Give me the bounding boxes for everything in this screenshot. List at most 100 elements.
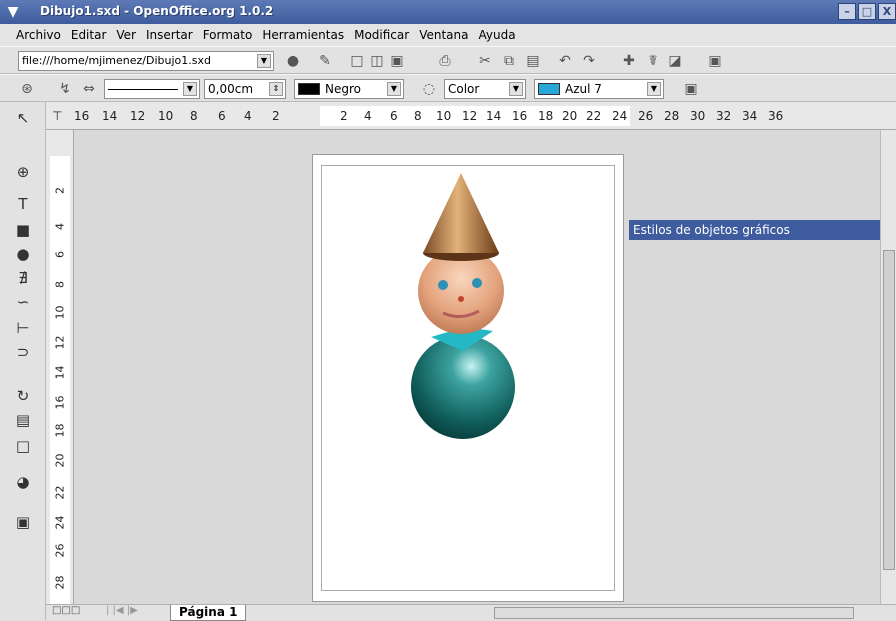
ruler-tick: 16 (53, 395, 67, 410)
ruler-tick: 4 (53, 223, 67, 230)
ruler-tick: 16 (74, 109, 90, 123)
left-eye (438, 280, 448, 290)
new-document-icon[interactable]: □ (348, 52, 366, 70)
ruler-tick: 10 (158, 109, 174, 123)
gallery-icon[interactable]: ◪ (666, 52, 684, 70)
open-folder-icon[interactable]: ◫ (368, 52, 386, 70)
ruler-tick: 22 (586, 109, 602, 123)
title-bar: ▼ Dibujo1.sxd - OpenOffice.org 1.0.2 – □… (0, 0, 896, 24)
chevron-down-icon[interactable]: ▼ (387, 82, 401, 96)
ruler-origin-icon: ⊤ (52, 109, 63, 123)
chevron-down-icon[interactable]: ▼ (257, 54, 271, 68)
connector-tool-icon[interactable]: ⊃ (12, 342, 34, 362)
vertical-scrollbar[interactable] (880, 130, 896, 604)
ruler-tick: 34 (742, 109, 758, 123)
undo-icon[interactable]: ↶ (556, 52, 574, 70)
ruler-tick: 24 (53, 515, 67, 530)
curve-tool-icon[interactable]: ∽ (12, 292, 34, 312)
application-window: ▼ Dibujo1.sxd - OpenOffice.org 1.0.2 – □… (0, 0, 896, 621)
insert-icon[interactable]: ◕ (12, 472, 34, 492)
area-icon[interactable]: ◌ (420, 80, 438, 98)
ellipse-tool-icon[interactable]: ● (12, 244, 34, 264)
drawing-canvas[interactable]: Estilos de objetos gráficos (74, 130, 880, 604)
save-icon[interactable]: ▣ (388, 52, 406, 70)
tab-pagina-1[interactable]: Página 1 (170, 605, 247, 621)
stylist-icon[interactable]: ☤ (644, 52, 662, 70)
vertical-scroll-thumb[interactable] (883, 250, 895, 570)
menu-editar[interactable]: Editar (71, 28, 107, 42)
ruler-tick: 14 (486, 109, 502, 123)
window-menu-icon[interactable]: ▼ (4, 3, 22, 21)
rectangle-tool-icon[interactable]: ■ (12, 220, 34, 240)
menu-bar: Archivo Editar Ver Insertar Formato Herr… (0, 24, 896, 46)
shadow-icon[interactable]: ▣ (682, 80, 700, 98)
line-color-select[interactable]: Negro ▼ (294, 79, 404, 99)
arrow-style-icon[interactable]: ⇔ (80, 80, 98, 98)
ruler-tick: 12 (130, 109, 146, 123)
line-style-icon[interactable]: ↯ (56, 80, 74, 98)
maximize-button[interactable]: □ (858, 3, 876, 20)
menu-formato[interactable]: Formato (203, 28, 253, 42)
zoom-icon[interactable]: ⊕ (12, 162, 34, 182)
page-tab-bar: □□□ | |◀ |▶ Página 1 (46, 604, 896, 621)
drawing-page[interactable] (312, 154, 624, 602)
menu-herramientas[interactable]: Herramientas (262, 28, 344, 42)
chevron-down-icon[interactable]: ▼ (509, 82, 523, 96)
snowman-drawing[interactable] (313, 155, 625, 603)
print-icon[interactable]: ⎙ (436, 52, 454, 70)
ruler-tick: 32 (716, 109, 732, 123)
menu-ventana[interactable]: Ventana (419, 28, 468, 42)
hat-cone[interactable] (423, 173, 499, 253)
arrange-icon[interactable]: □ (12, 436, 34, 456)
edit-file-icon[interactable]: ✎ (316, 52, 334, 70)
ruler-tick: 2 (53, 187, 67, 194)
paste-icon[interactable]: ▤ (524, 52, 542, 70)
alignment-icon[interactable]: ▤ (12, 410, 34, 430)
cut-icon[interactable]: ✂ (476, 52, 494, 70)
text-tool-icon[interactable]: T (12, 194, 34, 214)
line-style-select[interactable]: ▼ (104, 79, 200, 99)
stylist-panel-title[interactable]: Estilos de objetos gráficos (629, 220, 880, 240)
drawing-toolbox: ↖ ⊕ T ■ ● ∄ ∽ ⊢ ⊃ ↻ ▤ □ ◕ ▣ (0, 102, 46, 620)
url-combobox[interactable]: file:///home/mjimenez/Dibujo1.sxd ▼ (18, 51, 274, 71)
3d-objects-icon[interactable]: ∄ (12, 268, 34, 288)
vertical-ruler: 2 4 6 8 10 12 14 16 18 20 22 24 26 28 (46, 130, 74, 604)
menu-modificar[interactable]: Modificar (354, 28, 409, 42)
ruler-tick: 20 (562, 109, 578, 123)
rotate-tool-icon[interactable]: ↻ (12, 386, 34, 406)
navigator-icon[interactable]: ✚ (620, 52, 638, 70)
stop-icon[interactable]: ● (284, 52, 302, 70)
area-style-select[interactable]: Color ▼ (444, 79, 526, 99)
ruler-tick: 14 (53, 365, 67, 380)
redo-icon[interactable]: ↷ (580, 52, 598, 70)
ruler-tick: 36 (768, 109, 784, 123)
3d-effects-icon[interactable]: ▣ (12, 512, 34, 532)
chevron-down-icon[interactable]: ▼ (647, 82, 661, 96)
menu-ver[interactable]: Ver (116, 28, 136, 42)
ruler-tick: 18 (538, 109, 554, 123)
select-arrow-icon[interactable]: ↖ (12, 108, 34, 128)
tab-nav-arrows-icon[interactable]: | |◀ |▶ (106, 605, 138, 616)
layer-mode-icon[interactable]: □□□ (52, 605, 80, 616)
spin-icon[interactable]: ⇕ (269, 82, 283, 96)
close-button[interactable]: X (878, 3, 896, 20)
image-icon[interactable]: ▣ (706, 52, 724, 70)
edit-points-icon[interactable]: ⊛ (18, 80, 36, 98)
ruler-tick: 20 (53, 453, 67, 468)
menu-ayuda[interactable]: Ayuda (478, 28, 515, 42)
area-color-select[interactable]: Azul 7 ▼ (534, 79, 664, 99)
menu-archivo[interactable]: Archivo (16, 28, 61, 42)
copy-icon[interactable]: ⧉ (500, 52, 518, 70)
ruler-tick: 10 (53, 305, 67, 320)
menu-insertar[interactable]: Insertar (146, 28, 193, 42)
chevron-down-icon[interactable]: ▼ (183, 82, 197, 96)
ruler-tick: 22 (53, 485, 67, 500)
ruler-tick: 26 (53, 543, 67, 558)
line-width-field[interactable]: 0,00cm ⇕ (204, 79, 286, 99)
ruler-tick: 4 (244, 109, 252, 123)
minimize-button[interactable]: – (838, 3, 856, 20)
horizontal-scrollbar[interactable] (494, 607, 854, 619)
ruler-tick: 6 (53, 251, 67, 258)
line-tool-icon[interactable]: ⊢ (12, 318, 34, 338)
ruler-tick: 10 (436, 109, 452, 123)
